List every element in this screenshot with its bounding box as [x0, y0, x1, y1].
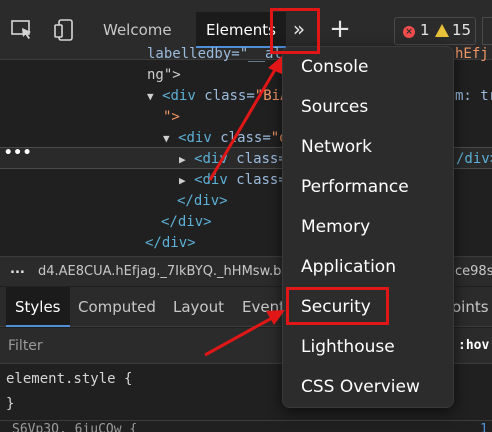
dom-tag: /div> [456, 151, 492, 167]
highlight-more-tabs [270, 8, 320, 54]
dom-line[interactable]: ng"> [147, 65, 181, 85]
element-style-selector[interactable]: element.style { [6, 371, 132, 387]
dom-text: "> [163, 109, 180, 125]
dom-val: hEfj [455, 46, 489, 62]
issues-counter[interactable]: × 1 15 [394, 17, 476, 45]
tab-welcome[interactable]: Welcome [103, 12, 172, 48]
dom-attr: class= [220, 130, 271, 146]
tab-layout[interactable]: Layout [173, 287, 224, 327]
collapse-arrow-icon[interactable]: ▶ [179, 153, 186, 166]
add-tab-button[interactable]: + [326, 14, 354, 46]
collapse-arrow-icon[interactable]: ▶ [179, 174, 186, 187]
dom-line[interactable]: labelledby="__al [147, 44, 282, 64]
tab-event-listeners[interactable]: Event [242, 287, 285, 327]
dom-tag: </div> [145, 235, 196, 251]
dom-line[interactable]: </div> [161, 212, 212, 232]
dom-attr: m: tr [455, 88, 492, 104]
dom-attr: class= [236, 172, 287, 188]
rule-close-brace: } [6, 396, 15, 412]
breadcrumb-path[interactable]: d4.AE8CUA.hEfjag._7IkBYQ._hHMsw.b [38, 264, 281, 279]
dom-line[interactable]: ▶ <div class= [179, 149, 287, 169]
node-actions-dots[interactable]: ••• [4, 145, 32, 161]
menu-item-lighthouse[interactable]: Lighthouse [301, 327, 395, 367]
inspect-icon[interactable] [10, 18, 34, 42]
hover-state-toggle[interactable]: :hov [458, 338, 489, 353]
dom-tag: <div [194, 172, 228, 188]
rule-source-link[interactable]: 1 [480, 422, 488, 432]
rule-divider [0, 420, 492, 421]
dom-line[interactable]: ▼ <div class="d [163, 128, 288, 148]
menu-item-application[interactable]: Application [301, 247, 396, 287]
highlight-security [286, 287, 389, 325]
dom-line-trail: /div> [456, 149, 492, 169]
dom-line[interactable]: </div> [177, 191, 228, 211]
dom-line[interactable]: ▶ <div class= [179, 170, 287, 190]
breadcrumb-path-end[interactable]: ce98s [455, 264, 492, 279]
dom-line[interactable]: </div> [145, 233, 196, 253]
expand-arrow-icon[interactable]: ▼ [163, 132, 170, 145]
dom-line[interactable]: ▼ <div class="BiA [147, 86, 289, 106]
menu-item-memory[interactable]: Memory [301, 207, 370, 247]
menu-item-sources[interactable]: Sources [301, 87, 368, 127]
dom-tag: <div [178, 130, 212, 146]
tab-computed[interactable]: Computed [78, 287, 156, 327]
toolbar-overflow-edge [482, 17, 492, 45]
dom-text: ng"> [147, 67, 181, 83]
menu-item-css-overview[interactable]: CSS Overview [301, 367, 420, 407]
dom-tag: </div> [177, 193, 228, 209]
tab-breakpoints[interactable]: oints [452, 287, 489, 327]
dom-text: labelledby="__al [147, 46, 282, 62]
tab-styles[interactable]: Styles [6, 287, 70, 327]
error-count: 1 [420, 21, 430, 39]
dom-line[interactable]: "> [163, 107, 180, 127]
styles-filter-input[interactable] [4, 334, 274, 358]
dom-line-trail: hEfj [455, 44, 489, 64]
error-icon: × [403, 26, 415, 38]
menu-item-performance[interactable]: Performance [301, 167, 409, 207]
dom-line-trail: m: tr [455, 86, 492, 106]
dom-tag: <div [162, 88, 196, 104]
breadcrumb-more[interactable]: ... [10, 262, 25, 277]
warning-icon [435, 24, 449, 37]
device-toolbar-icon[interactable] [52, 18, 76, 42]
menu-item-network[interactable]: Network [301, 127, 372, 167]
expand-arrow-icon[interactable]: ▼ [147, 90, 154, 103]
warning-count: 15 [452, 21, 472, 39]
dom-tag: <div [194, 151, 228, 167]
dom-tag: </div> [161, 214, 212, 230]
next-rule-selector[interactable]: S6Vp3O._6iuCQw { [12, 422, 137, 432]
dom-attr: class= [204, 88, 255, 104]
more-tools-menu: Console Sources Network Performance Memo… [282, 46, 454, 408]
dom-attr: class= [236, 151, 287, 167]
